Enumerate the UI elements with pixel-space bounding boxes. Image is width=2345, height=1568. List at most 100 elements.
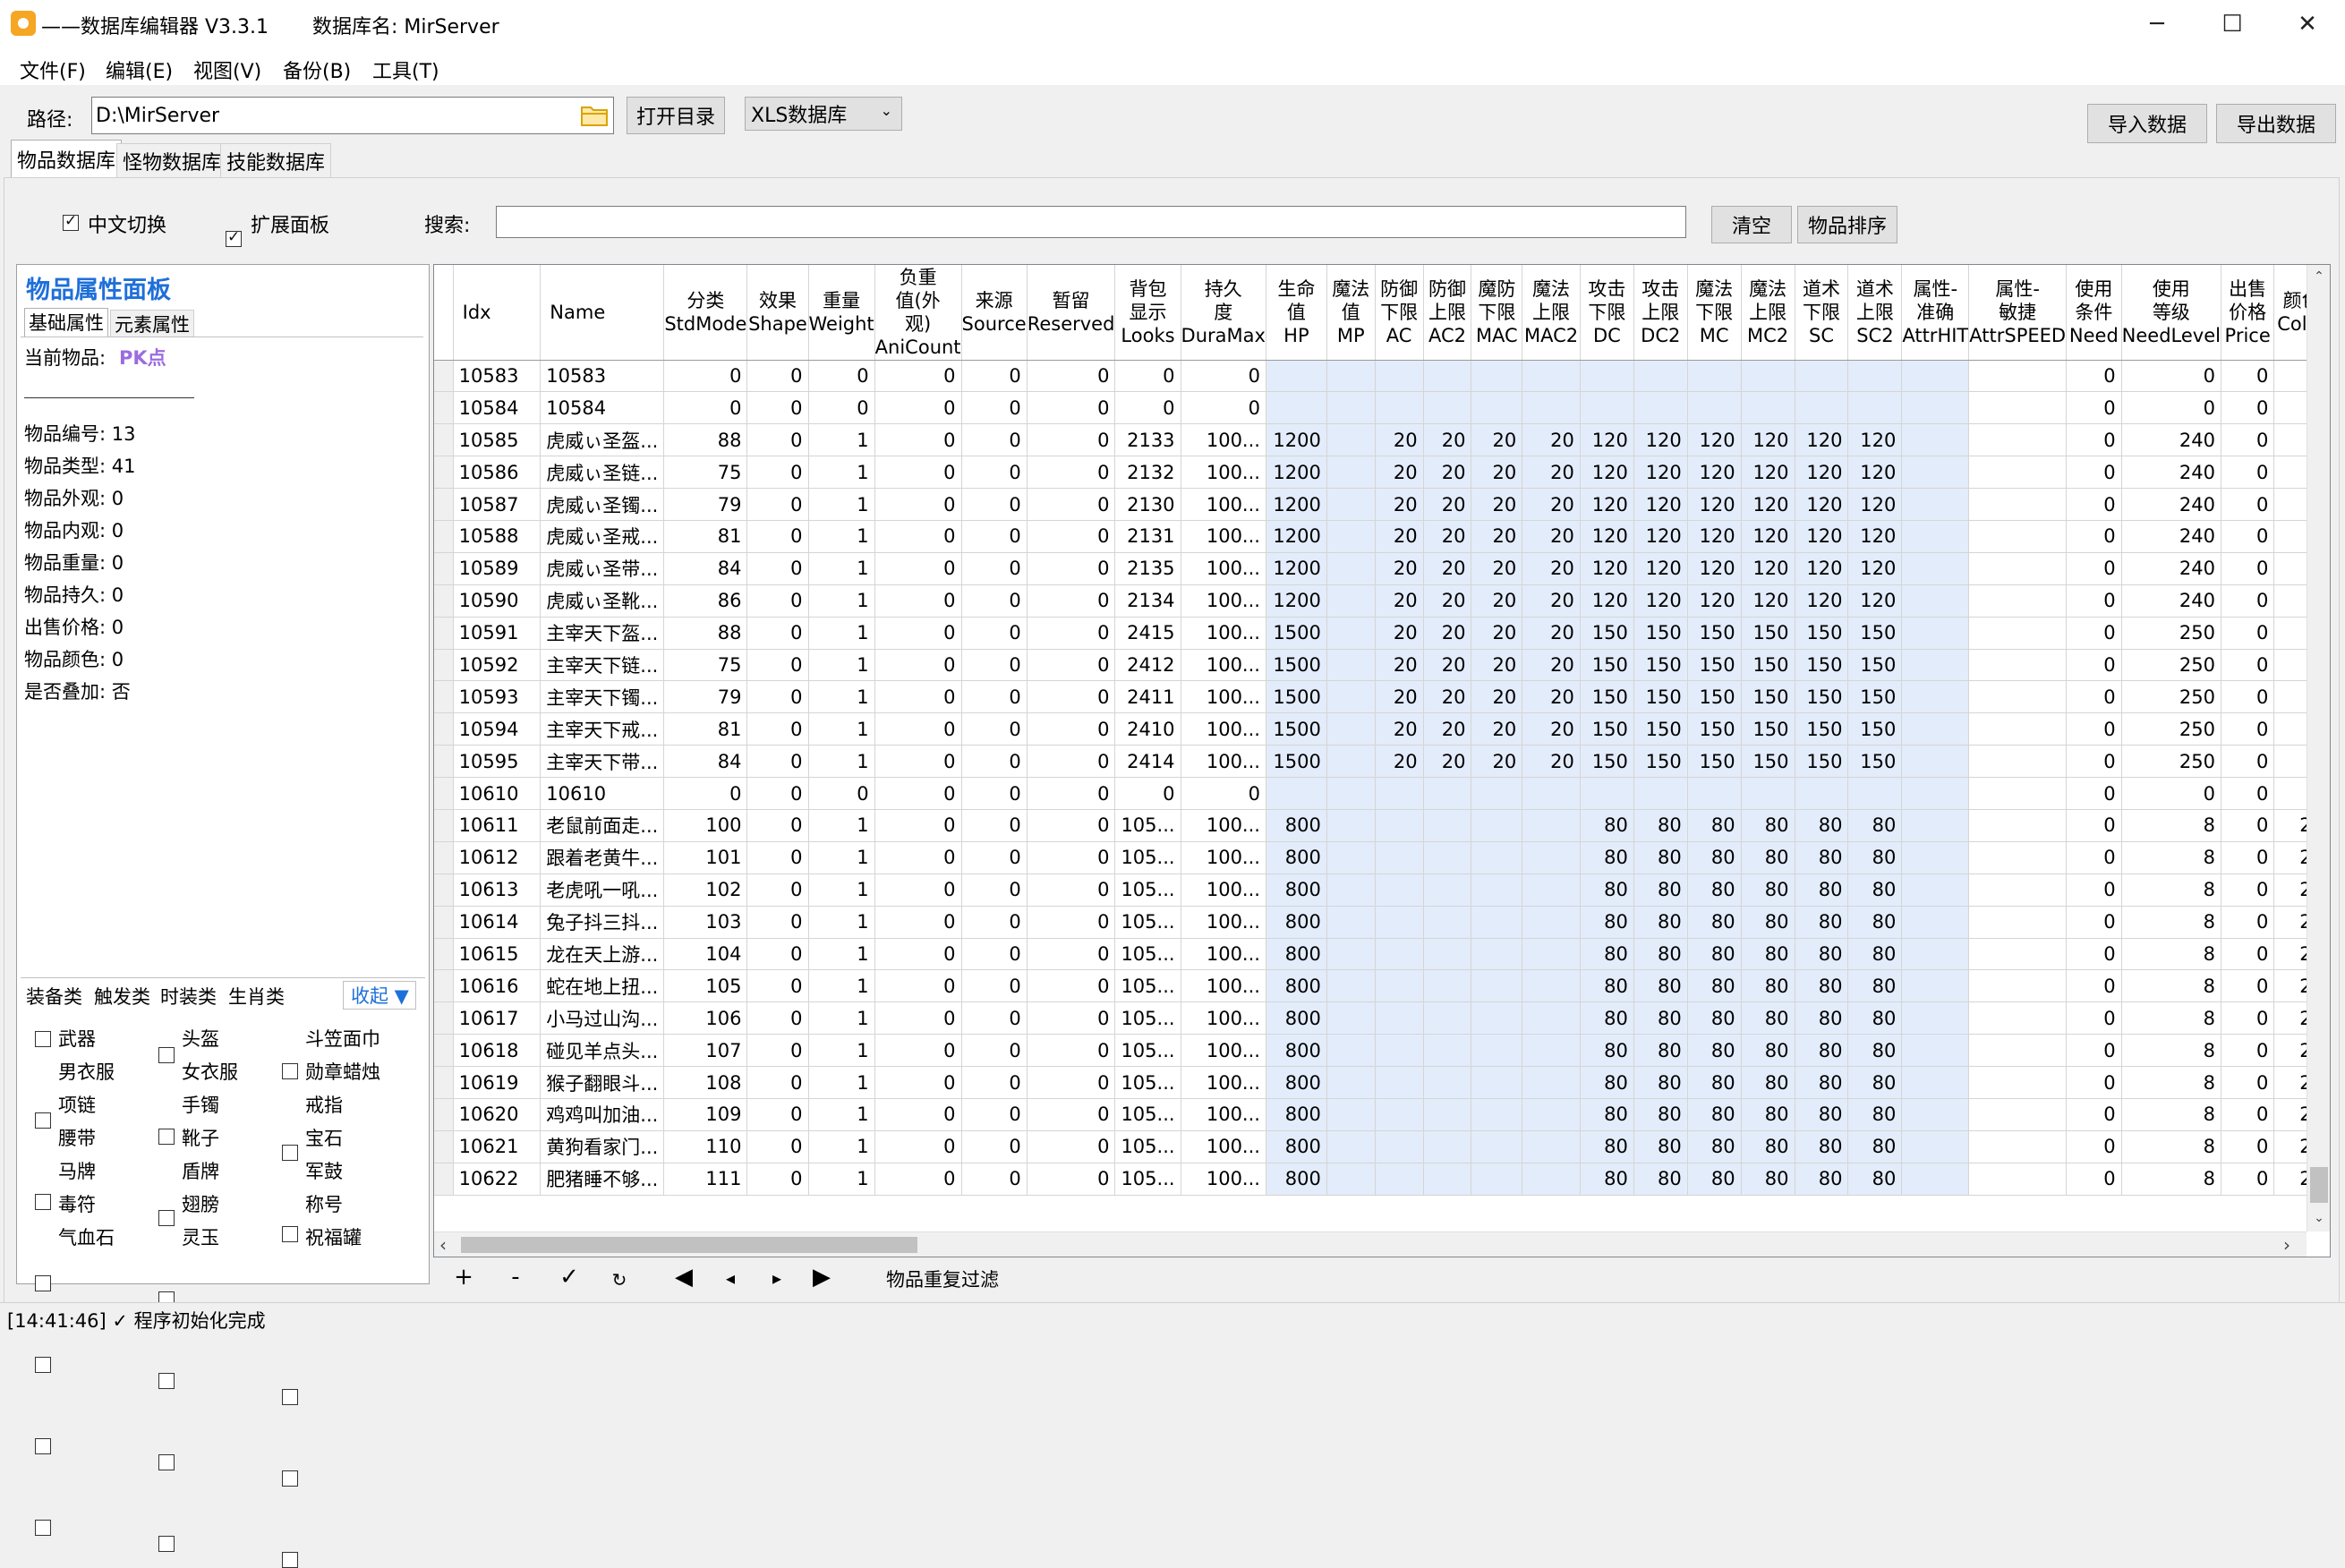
table-cell[interactable]: 150 xyxy=(1847,617,1903,650)
table-cell[interactable]: 0 xyxy=(874,873,962,907)
table-cell[interactable] xyxy=(1968,520,2068,553)
table-cell[interactable]: 0 xyxy=(746,969,809,1003)
table-cell[interactable]: 100... xyxy=(1181,520,1266,553)
table-cell[interactable] xyxy=(1580,391,1634,425)
table-cell[interactable]: 龙在天上游... xyxy=(540,938,665,971)
table-cell[interactable] xyxy=(1522,969,1581,1003)
category-checkbox[interactable] xyxy=(158,1210,175,1226)
table-cell[interactable]: 1 xyxy=(808,680,875,714)
table-cell[interactable]: 150 xyxy=(1633,680,1688,714)
table-cell[interactable]: 0 xyxy=(746,1098,809,1131)
table-cell[interactable]: 0 xyxy=(746,873,809,907)
table-cell[interactable]: 0 xyxy=(961,712,1028,746)
table-cell[interactable]: 100... xyxy=(1181,969,1266,1003)
table-cell[interactable]: 0 xyxy=(961,617,1028,650)
table-cell[interactable]: 0 xyxy=(1027,617,1116,650)
scroll-down-icon[interactable]: ⌄ xyxy=(2307,1206,2330,1230)
table-cell[interactable] xyxy=(1326,680,1376,714)
table-cell[interactable]: 101 xyxy=(663,841,748,874)
table-cell[interactable]: 111 xyxy=(663,1163,748,1196)
open-directory-button[interactable]: 打开目录 xyxy=(627,97,725,134)
table-cell[interactable]: 0 xyxy=(663,391,748,425)
category-checkbox[interactable] xyxy=(282,1389,298,1405)
table-cell[interactable]: 120 xyxy=(1633,456,1688,490)
table-cell[interactable]: 0 xyxy=(1027,712,1116,746)
table-cell[interactable] xyxy=(1522,1098,1581,1131)
table-cell[interactable] xyxy=(1326,617,1376,650)
row-indicator[interactable] xyxy=(434,1098,454,1131)
table-cell[interactable] xyxy=(1326,873,1376,907)
table-cell[interactable]: 10593 xyxy=(453,680,541,714)
table-cell[interactable]: 105... xyxy=(1114,1098,1181,1131)
table-cell[interactable]: 1 xyxy=(808,841,875,874)
table-cell[interactable] xyxy=(1423,391,1472,425)
table-cell[interactable]: 150 xyxy=(1633,712,1688,746)
table-cell[interactable]: 20 xyxy=(1375,617,1424,650)
category-checkbox[interactable] xyxy=(158,1129,175,1145)
table-cell[interactable]: 10617 xyxy=(453,1001,541,1035)
table-cell[interactable]: 0 xyxy=(874,552,962,585)
table-cell[interactable] xyxy=(1423,1066,1472,1099)
table-cell[interactable] xyxy=(1471,777,1523,810)
table-cell[interactable] xyxy=(1968,552,2068,585)
table-cell[interactable] xyxy=(1423,1163,1472,1196)
table-cell[interactable] xyxy=(1266,777,1327,810)
table-cell[interactable]: 240 xyxy=(2121,552,2221,585)
table-cell[interactable]: 0 xyxy=(874,520,962,553)
table-cell[interactable] xyxy=(1326,1001,1376,1035)
table-cell[interactable]: 20 xyxy=(1423,584,1472,618)
vertical-scroll-thumb[interactable] xyxy=(2310,1167,2328,1203)
table-cell[interactable]: 105... xyxy=(1114,1001,1181,1035)
table-cell[interactable]: 20 xyxy=(1423,488,1472,521)
table-cell[interactable]: 800 xyxy=(1266,873,1327,907)
table-cell[interactable]: 10589 xyxy=(453,552,541,585)
table-cell[interactable]: 80 xyxy=(1687,841,1742,874)
row-indicator[interactable] xyxy=(434,938,454,971)
table-cell[interactable]: 20 xyxy=(1375,649,1424,682)
table-cell[interactable]: 120 xyxy=(1795,423,1849,457)
table-cell[interactable] xyxy=(1471,1066,1523,1099)
table-cell[interactable]: 0 xyxy=(2121,360,2221,393)
table-cell[interactable]: 肥猪睡不够... xyxy=(540,1163,665,1196)
table-cell[interactable]: 150 xyxy=(1580,680,1634,714)
table-row[interactable]: 10611 老鼠前面走... 100 0 1 0 0 0 105... 100... 800 80 80… xyxy=(434,809,2330,842)
table-cell[interactable]: 1 xyxy=(808,649,875,682)
table-cell[interactable] xyxy=(1326,969,1376,1003)
table-cell[interactable] xyxy=(1375,873,1424,907)
table-cell[interactable]: 150 xyxy=(1741,617,1795,650)
table-cell[interactable]: 150 xyxy=(1687,745,1742,779)
table-cell[interactable]: 2415 xyxy=(1114,617,1181,650)
table-cell[interactable] xyxy=(1901,745,1970,779)
table-cell[interactable]: 120 xyxy=(1741,552,1795,585)
table-cell[interactable]: 0 xyxy=(874,680,962,714)
table-cell[interactable] xyxy=(1968,1001,2068,1035)
table-cell[interactable] xyxy=(1326,938,1376,971)
table-cell[interactable]: 0 xyxy=(663,777,748,810)
row-header-corner[interactable] xyxy=(434,265,454,361)
table-cell[interactable]: 1 xyxy=(808,809,875,842)
table-cell[interactable] xyxy=(1522,1163,1581,1196)
table-cell[interactable]: 120 xyxy=(1580,520,1634,553)
table-cell[interactable]: 0 xyxy=(1114,777,1181,810)
table-cell[interactable]: 0 xyxy=(961,680,1028,714)
table-cell[interactable]: 240 xyxy=(2121,423,2221,457)
table-cell[interactable]: 150 xyxy=(1795,617,1849,650)
table-cell[interactable]: 20 xyxy=(1522,649,1581,682)
table-cell[interactable]: 0 xyxy=(2066,969,2122,1003)
table-cell[interactable]: 0 xyxy=(961,488,1028,521)
table-cell[interactable] xyxy=(1326,488,1376,521)
table-cell[interactable]: 0 xyxy=(961,873,1028,907)
table-cell[interactable]: 10583 xyxy=(540,360,665,393)
table-cell[interactable] xyxy=(1522,777,1581,810)
table-cell[interactable] xyxy=(1326,649,1376,682)
table-cell[interactable]: 10614 xyxy=(453,906,541,939)
table-cell[interactable]: 105... xyxy=(1114,938,1181,971)
table-cell[interactable]: 80 xyxy=(1580,1098,1634,1131)
table-cell[interactable]: 0 xyxy=(1181,360,1266,393)
table-cell[interactable]: 0 xyxy=(746,520,809,553)
table-row[interactable]: 10592 主宰天下链... 75 0 1 0 0 0 2412 100... 1500 20 20 20… xyxy=(434,649,2330,682)
column-header[interactable]: 魔法 上限 MAC2 xyxy=(1522,265,1581,361)
column-header[interactable]: 效果 Shape xyxy=(746,265,809,361)
table-cell[interactable]: 80 xyxy=(1795,1066,1849,1099)
column-header[interactable]: 出售 价格 Price xyxy=(2221,265,2275,361)
